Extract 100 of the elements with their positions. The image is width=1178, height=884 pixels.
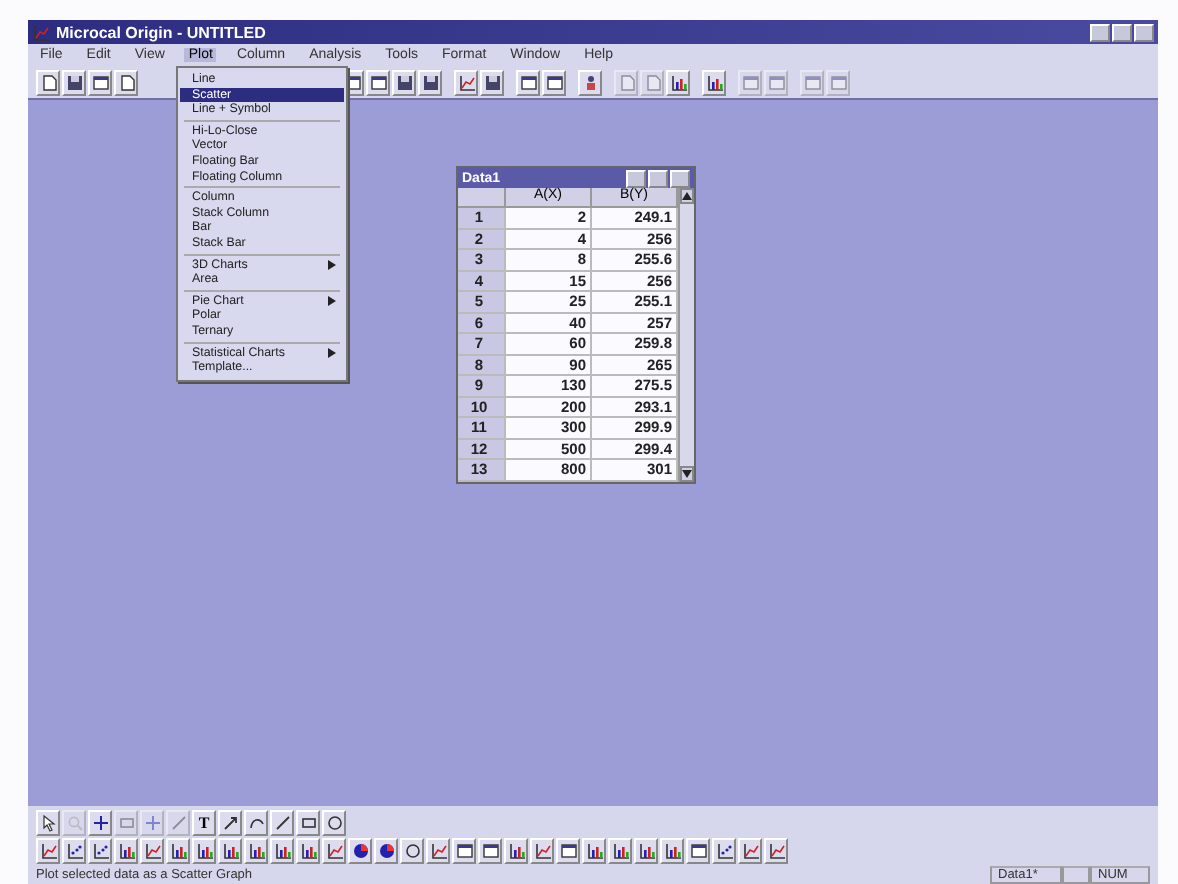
toolbar-button[interactable] [88,810,112,836]
toolbar-button[interactable] [140,838,164,864]
bar-chart-icon [637,842,655,860]
toolbar-button[interactable] [666,69,690,95]
toolbar-button[interactable] [348,838,372,864]
bar-chart-icon [221,842,239,860]
maximize-button[interactable] [648,169,668,187]
toolbar-button[interactable] [738,838,762,864]
toolbar-button[interactable] [62,69,86,95]
toolbar-button[interactable] [418,69,442,95]
toolbar-button[interactable] [88,838,112,864]
scroll-bar[interactable] [678,188,694,481]
toolbar-button[interactable] [454,69,478,95]
toolbar-button[interactable] [166,838,190,864]
toolbar-button[interactable] [702,69,726,95]
close-button[interactable] [670,169,690,187]
toolbar-button[interactable] [578,69,602,95]
bar-chart-icon [585,842,603,860]
line-chart-icon [32,23,50,41]
toolbar-button[interactable] [36,810,60,836]
toolbar-button[interactable] [530,838,554,864]
line-icon [273,814,291,832]
bar-chart-icon [195,842,213,860]
rectangle-icon [117,814,135,832]
toolbar-button[interactable] [88,69,112,95]
toolbar-button[interactable] [542,69,566,95]
toolbar-button[interactable] [36,69,60,95]
crosshair-icon [91,814,109,832]
window-icon [829,73,847,91]
window-icon [91,73,109,91]
close-button[interactable] [1134,23,1154,41]
bar-chart-icon [169,842,187,860]
toolbar-button[interactable] [218,838,242,864]
minimize-button[interactable] [1090,23,1110,41]
window-icon [545,73,563,91]
toolbar-button[interactable] [478,838,502,864]
toolbar-button[interactable] [244,838,268,864]
window-title: Microcal Origin - UNTITLED [56,23,266,41]
toolbar-button[interactable] [322,810,346,836]
pie-chart-icon [377,842,395,860]
toolbar-button[interactable] [516,69,540,95]
minimize-button[interactable] [626,169,646,187]
window-icon [481,842,499,860]
pointer-icon [39,814,57,832]
down-arrow-icon [682,469,692,477]
circle-icon [325,814,343,832]
status-cell [1062,865,1090,883]
toolbar-button[interactable] [296,810,320,836]
window-icon [519,73,537,91]
toolbar-button[interactable] [114,69,138,95]
crosshair-icon [143,814,161,832]
scatter-chart-icon [715,842,733,860]
toolbar-button[interactable] [218,810,242,836]
bar-chart-icon [247,842,265,860]
corner-cell [458,188,506,208]
toolbar-button[interactable] [556,838,580,864]
scatter-chart-icon [91,842,109,860]
window-icon [689,842,707,860]
bar-chart-icon [507,842,525,860]
toolbar-button[interactable] [712,838,736,864]
toolbar-button[interactable] [400,838,424,864]
line-icon [169,814,187,832]
toolbar-button[interactable] [480,69,504,95]
scroll-up-button[interactable] [680,188,694,204]
toolbar-button[interactable] [608,838,632,864]
toolbar-button[interactable] [504,838,528,864]
bar-chart-icon [705,73,723,91]
text-tool-button[interactable]: T [192,810,216,836]
toolbar-button[interactable] [686,838,710,864]
toolbar-button[interactable] [114,838,138,864]
toolbar-button[interactable] [582,838,606,864]
toolbar-button[interactable] [426,838,450,864]
toolbar-button[interactable] [270,838,294,864]
toolbar-button[interactable] [322,838,346,864]
window-icon [455,842,473,860]
maximize-button[interactable] [1112,23,1132,41]
toolbar-button[interactable] [36,838,60,864]
arrow-icon [221,814,239,832]
page-icon [117,73,135,91]
toolbar-button[interactable] [392,69,416,95]
window-icon [559,842,577,860]
toolbar-button[interactable] [192,838,216,864]
toolbar-button[interactable] [366,69,390,95]
circle-icon [403,842,421,860]
toolbar-button[interactable] [660,838,684,864]
toolbar-button[interactable] [764,838,788,864]
scroll-down-button[interactable] [680,465,694,481]
toolbar-button[interactable] [62,838,86,864]
toolbar-button[interactable] [270,810,294,836]
line-chart-icon [325,842,343,860]
toolbar-button[interactable] [374,838,398,864]
line-chart-icon [429,842,447,860]
toolbar-button[interactable] [296,838,320,864]
toolbar-button[interactable] [244,810,268,836]
toolbar-button[interactable] [634,838,658,864]
window-icon [803,73,821,91]
line-chart-icon [767,842,785,860]
toolbar-button[interactable] [452,838,476,864]
window-icon [369,73,387,91]
window-icon [767,73,785,91]
